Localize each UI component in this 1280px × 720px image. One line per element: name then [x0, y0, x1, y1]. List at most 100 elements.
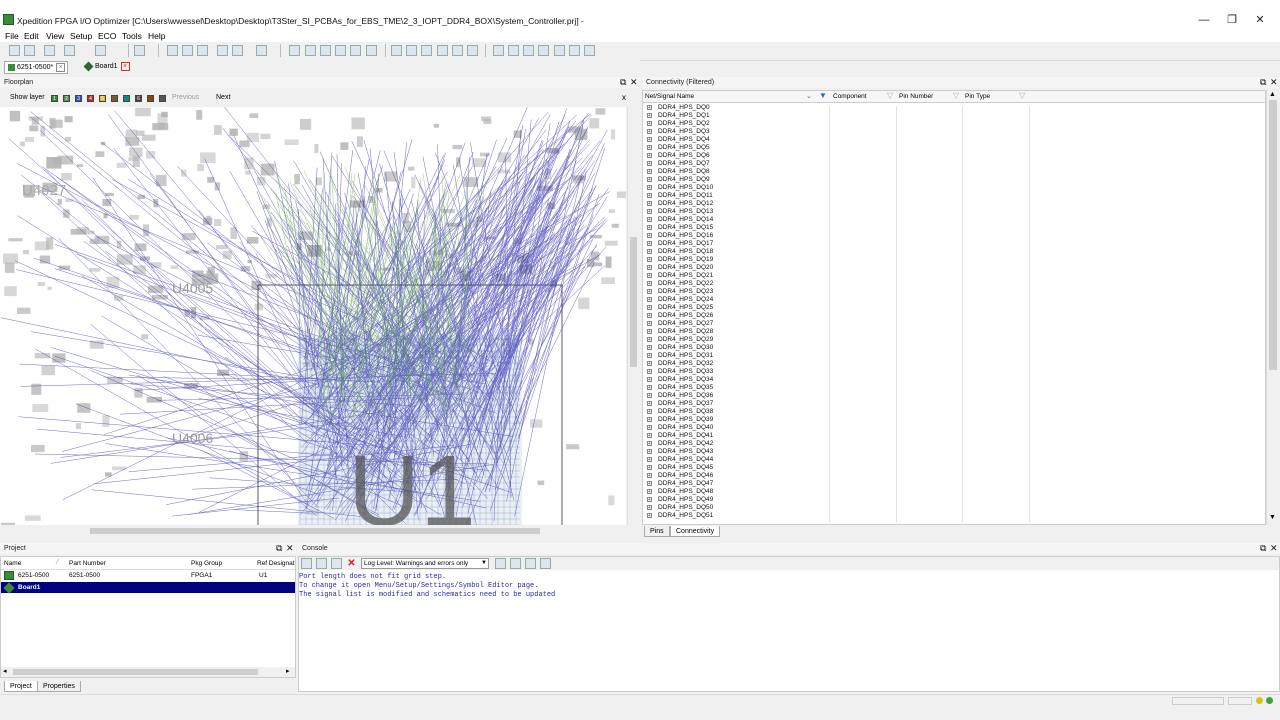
- menu-tools[interactable]: Tools: [118, 30, 146, 42]
- expand-icon[interactable]: +: [647, 265, 652, 271]
- connectivity-row[interactable]: + DDR4_HPS_DQ2: [644, 120, 1274, 128]
- filter-icon[interactable]: ▽: [1019, 91, 1025, 100]
- connectivity-row[interactable]: + DDR4_HPS_DQ17: [644, 240, 1274, 248]
- connectivity-row[interactable]: + DDR4_HPS_DQ11: [644, 192, 1274, 200]
- window-icon[interactable]: [217, 45, 228, 56]
- connectivity-row[interactable]: + DDR4_HPS_DQ3: [644, 128, 1274, 136]
- zoom-in-icon[interactable]: [391, 45, 402, 56]
- expand-icon[interactable]: +: [647, 169, 652, 175]
- scroll-thumb[interactable]: [90, 528, 540, 534]
- expand-icon[interactable]: +: [647, 433, 652, 439]
- redo-icon[interactable]: [95, 45, 106, 56]
- refresh-icon[interactable]: [44, 45, 55, 56]
- connectivity-row[interactable]: + DDR4_HPS_DQ48: [644, 488, 1274, 496]
- connectivity-row[interactable]: + DDR4_HPS_DQ6: [644, 152, 1274, 160]
- new-icon[interactable]: [9, 45, 20, 56]
- filter-error-icon[interactable]: [495, 558, 506, 569]
- expand-icon[interactable]: +: [647, 441, 652, 447]
- floorplan-canvas[interactable]: U4027 U4005 U4006 U1: [0, 107, 626, 525]
- connectivity-row[interactable]: + DDR4_HPS_DQ44: [644, 456, 1274, 464]
- layer-4-toggle[interactable]: 4: [87, 95, 94, 102]
- scroll-up-icon[interactable]: ▲: [1269, 91, 1276, 98]
- expand-icon[interactable]: +: [647, 241, 652, 247]
- expand-icon[interactable]: +: [647, 217, 652, 223]
- connectivity-row[interactable]: + DDR4_HPS_DQ36: [644, 392, 1274, 400]
- expand-icon[interactable]: +: [647, 137, 652, 143]
- zoom-out-icon[interactable]: [406, 45, 417, 56]
- expand-icon[interactable]: +: [647, 401, 652, 407]
- scroll-thumb[interactable]: [630, 237, 637, 367]
- expand-icon[interactable]: +: [647, 257, 652, 263]
- connectivity-row[interactable]: + DDR4_HPS_DQ50: [644, 504, 1274, 512]
- expand-icon[interactable]: +: [647, 457, 652, 463]
- expand-icon[interactable]: +: [647, 337, 652, 343]
- layer-10-toggle[interactable]: [159, 95, 166, 102]
- pin-swap-icon[interactable]: [569, 45, 580, 56]
- connectivity-row[interactable]: + DDR4_HPS_DQ26: [644, 312, 1274, 320]
- tab-project[interactable]: Project: [4, 681, 38, 692]
- paste-icon[interactable]: [331, 558, 342, 569]
- export-icon[interactable]: [366, 45, 377, 56]
- grid-icon[interactable]: [134, 45, 145, 56]
- pin-lock-icon[interactable]: [584, 45, 595, 56]
- connectivity-row[interactable]: + DDR4_HPS_DQ30: [644, 344, 1274, 352]
- column-name[interactable]: Name: [4, 560, 21, 567]
- project-horizontal-scrollbar[interactable]: ◂ ▸: [1, 667, 295, 677]
- column-pin-type[interactable]: Pin Type: [965, 93, 990, 100]
- expand-icon[interactable]: +: [647, 513, 652, 519]
- route-icon[interactable]: [305, 45, 316, 56]
- expand-icon[interactable]: +: [647, 313, 652, 319]
- filter-info-icon[interactable]: [525, 558, 536, 569]
- expand-icon[interactable]: +: [647, 105, 652, 111]
- minimize-button[interactable]: —: [1192, 12, 1216, 28]
- float-icon[interactable]: ⧉: [1260, 543, 1266, 554]
- connectivity-row[interactable]: + DDR4_HPS_DQ31: [644, 352, 1274, 360]
- layer-3-toggle[interactable]: 3: [75, 95, 82, 102]
- scroll-right-icon[interactable]: ▸: [286, 667, 290, 675]
- connectivity-row[interactable]: + DDR4_HPS_DQ25: [644, 304, 1274, 312]
- connectivity-row[interactable]: + DDR4_HPS_DQ49: [644, 496, 1274, 504]
- clear-icon[interactable]: [301, 558, 312, 569]
- column-part-number[interactable]: Part Number: [69, 560, 106, 567]
- expand-icon[interactable]: +: [647, 297, 652, 303]
- zoom-area-icon[interactable]: [437, 45, 448, 56]
- connectivity-row[interactable]: + DDR4_HPS_DQ33: [644, 368, 1274, 376]
- connectivity-row[interactable]: + DDR4_HPS_DQ8: [644, 168, 1274, 176]
- connectivity-row[interactable]: + DDR4_HPS_DQ20: [644, 264, 1274, 272]
- connectivity-row[interactable]: + DDR4_HPS_DQ41: [644, 432, 1274, 440]
- panel-close-icon[interactable]: ✕: [286, 543, 294, 554]
- maximize-button[interactable]: ❐: [1220, 12, 1244, 28]
- floorplan-horizontal-scrollbar[interactable]: [0, 526, 626, 536]
- column-net-signal-name[interactable]: Net/Signal Name: [645, 93, 694, 100]
- connectivity-row[interactable]: + DDR4_HPS_DQ40: [644, 424, 1274, 432]
- expand-icon[interactable]: +: [647, 145, 652, 151]
- connectivity-row[interactable]: + DDR4_HPS_DQ46: [644, 472, 1274, 480]
- menu-eco[interactable]: ECO: [94, 30, 120, 42]
- scroll-thumb[interactable]: [1269, 100, 1277, 370]
- connectivity-vertical-scrollbar[interactable]: ▲ ▼: [1266, 90, 1278, 525]
- connectivity-row[interactable]: + DDR4_HPS_DQ45: [644, 464, 1274, 472]
- connectivity-row[interactable]: + DDR4_HPS_DQ47: [644, 480, 1274, 488]
- expand-icon[interactable]: +: [647, 249, 652, 255]
- swap-icon[interactable]: [335, 45, 346, 56]
- expand-icon[interactable]: +: [647, 481, 652, 487]
- delete-icon[interactable]: ✕: [346, 558, 357, 569]
- connectivity-row[interactable]: + DDR4_HPS_DQ15: [644, 224, 1274, 232]
- expand-icon[interactable]: +: [647, 345, 652, 351]
- layout-icon[interactable]: [197, 45, 208, 56]
- connectivity-row[interactable]: + DDR4_HPS_DQ18: [644, 248, 1274, 256]
- fpga-icon[interactable]: [256, 45, 267, 56]
- scroll-thumb[interactable]: [13, 669, 258, 675]
- expand-icon[interactable]: +: [647, 353, 652, 359]
- expand-icon[interactable]: +: [647, 473, 652, 479]
- expand-icon[interactable]: +: [647, 377, 652, 383]
- column-component[interactable]: Component: [833, 93, 867, 100]
- pin-group-icon[interactable]: [554, 45, 565, 56]
- log-level-select[interactable]: Log Level: Warnings and errors only ▼: [361, 558, 489, 569]
- flip-icon[interactable]: [508, 45, 519, 56]
- expand-icon[interactable]: +: [647, 425, 652, 431]
- expand-icon[interactable]: +: [647, 129, 652, 135]
- filter-icon[interactable]: ▽: [887, 91, 893, 100]
- expand-icon[interactable]: +: [647, 113, 652, 119]
- connectivity-row[interactable]: + DDR4_HPS_DQ9: [644, 176, 1274, 184]
